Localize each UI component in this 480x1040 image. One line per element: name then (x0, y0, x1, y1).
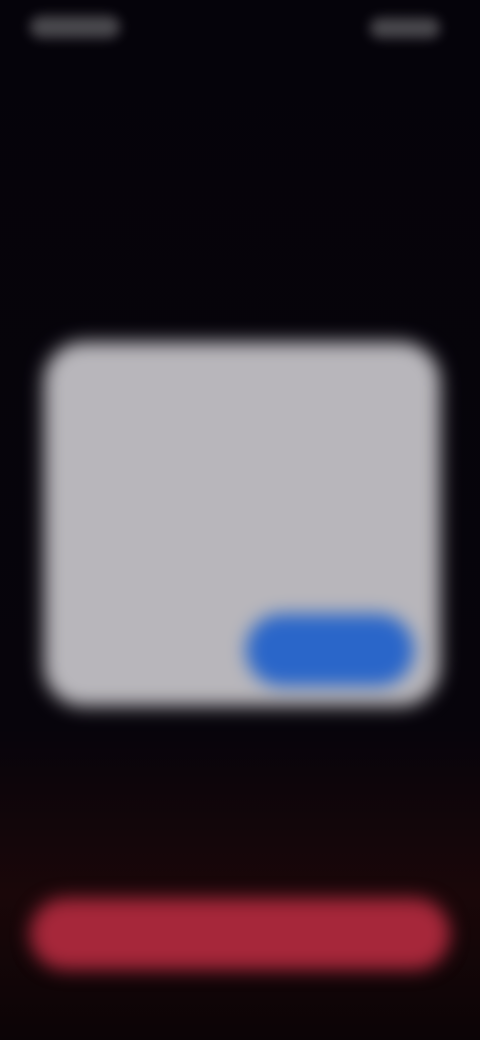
dialog-actions (44, 614, 440, 686)
app-screen (0, 0, 480, 1040)
dialog (44, 342, 440, 706)
confirm-button[interactable] (246, 614, 414, 686)
primary-action-button[interactable] (30, 898, 450, 970)
cancel-button[interactable] (72, 614, 242, 686)
blurred-background (0, 0, 480, 1040)
